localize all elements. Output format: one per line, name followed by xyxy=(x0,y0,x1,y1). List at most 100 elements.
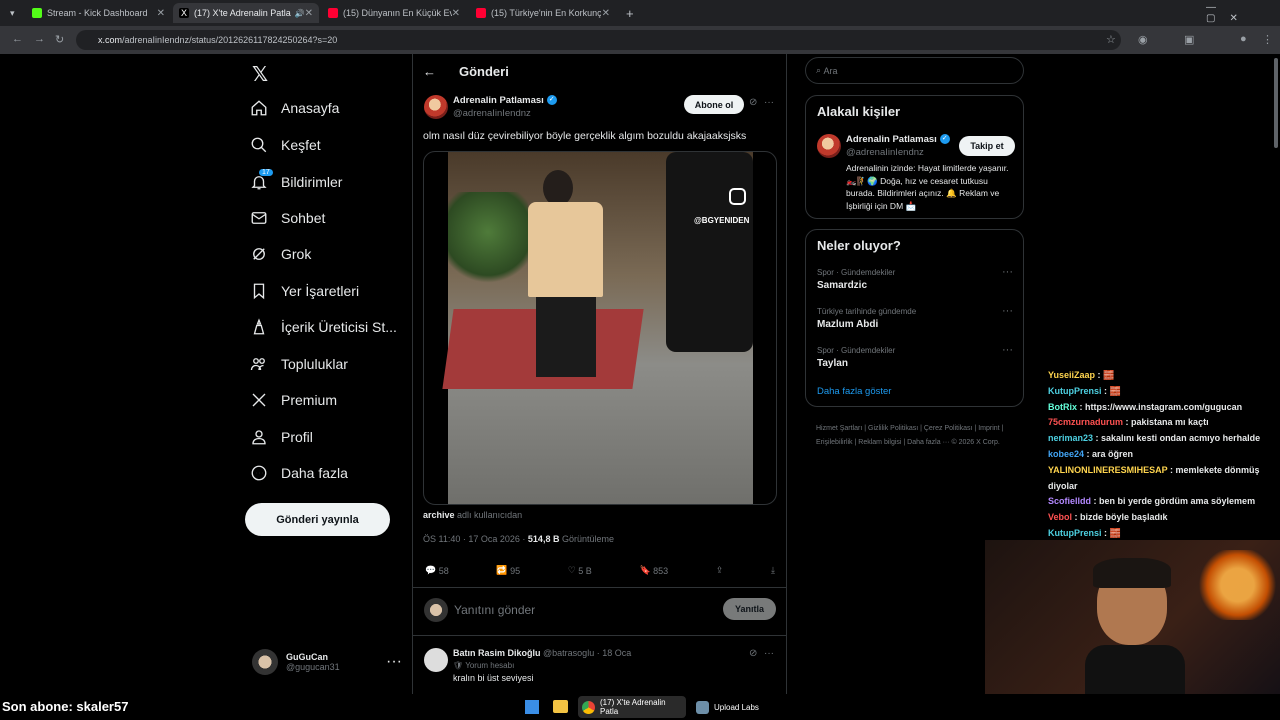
mail-icon xyxy=(251,212,267,224)
close-icon[interactable]: ✕ xyxy=(452,8,460,19)
chat-message: neriman23 : sakalını kesti ondan acmıyo … xyxy=(1048,433,1261,444)
grok-icon xyxy=(253,248,265,260)
trend-item[interactable]: Türkiye tarihinde gündemde Mazlum Abdi xyxy=(817,307,916,330)
sidebar-item-profile[interactable]: Profil xyxy=(250,428,313,446)
sidebar-item-grok[interactable]: Grok xyxy=(250,245,311,263)
post-meta: ÖS 11:40 · 17 Oca 2026 · 514,8 B Görüntü… xyxy=(423,534,614,544)
chat-message: KutupPrensi : 🧱 xyxy=(1048,385,1121,396)
browser-tab[interactable]: Stream - Kick Dashboard ✕ xyxy=(26,3,171,23)
menu-icon[interactable]: ⋮ xyxy=(1262,33,1273,46)
sidebar-item-explore[interactable]: Keşfet xyxy=(250,136,321,154)
back-arrow-icon[interactable]: ← xyxy=(423,64,436,79)
sidebar-item-premium[interactable]: Premium xyxy=(250,391,337,409)
streamer-hair-shape xyxy=(1093,558,1171,588)
chat-message: YuseiiZaap : 🧱 xyxy=(1048,370,1115,380)
x-logo-icon xyxy=(252,393,266,407)
reload-icon[interactable]: ↻ xyxy=(55,33,64,46)
x-icon: X xyxy=(179,8,189,18)
search-input[interactable]: ⌕ Ara xyxy=(805,57,1024,84)
sidebar-item-notifications[interactable]: 17 Bildirimler xyxy=(250,169,342,191)
bookmark-button[interactable]: 🔖 853 xyxy=(639,565,668,576)
reply-submit-button[interactable]: Yanıtla xyxy=(723,598,776,620)
tab-list-button[interactable]: ▾ xyxy=(4,3,22,23)
page-scrollbar[interactable] xyxy=(1272,54,1280,154)
post-column: ← Gönderi Adrenalin Patlaması ✓ @adrenaIi… xyxy=(412,54,787,694)
browser-tab[interactable]: (15) Dünyanın En Küçük Evleri✕ xyxy=(322,3,466,23)
reply-item[interactable]: Batın Rasim Dikoğlu @batrasoglu · 18 Oca… xyxy=(453,648,753,683)
more-icon[interactable]: ··· xyxy=(764,648,774,659)
sidebar-item-home[interactable]: Anasayfa xyxy=(250,99,339,117)
more-icon[interactable]: ··· xyxy=(1002,305,1013,317)
more-icon[interactable]: ··· xyxy=(386,653,402,671)
author-avatar[interactable] xyxy=(424,95,448,119)
avatar[interactable] xyxy=(817,134,841,158)
reply-input[interactable]: Yanıtını gönder xyxy=(454,603,535,617)
x-logo-icon[interactable]: 𝕏 xyxy=(252,62,268,87)
post-text: olm nasıl düz çevirebiliyor böyle gerçek… xyxy=(423,130,747,142)
forward-icon[interactable]: → xyxy=(34,33,45,45)
close-icon[interactable]: ✕ xyxy=(157,8,165,19)
person-shirt-shape xyxy=(528,202,603,297)
footer-links[interactable]: Hizmet Şartları | Gizlilik Politikası | … xyxy=(816,422,1016,450)
grok-icon[interactable]: ⊘ xyxy=(749,648,757,659)
show-more-link[interactable]: Daha fazla göster xyxy=(817,386,891,397)
sidebar-item-creator-studio[interactable]: İçerik Üreticisi St... xyxy=(250,318,397,336)
sidebar-item-messages[interactable]: Sohbet xyxy=(250,209,325,227)
extension-icon[interactable]: ◉ xyxy=(1138,33,1148,46)
browser-tab[interactable]: (15) Türkiye'nin En Korkunç Al ✕ xyxy=(470,3,616,23)
person-shorts-shape xyxy=(536,297,596,377)
plant-shape xyxy=(448,192,528,292)
profile-avatar-icon[interactable]: ● xyxy=(1240,33,1247,45)
back-icon[interactable]: ← xyxy=(12,33,23,45)
taskbar-app-chrome[interactable]: (17) X'te Adrenalin Patla xyxy=(578,696,686,718)
post-author[interactable]: Adrenalin Patlaması ✓ @adrenaIinIendnz xyxy=(453,95,557,119)
sidebar-item-more[interactable]: Daha fazla xyxy=(250,464,348,482)
browser-tab-active[interactable]: X (17) X'te Adrenalin Patlama🔊✕ xyxy=(173,3,319,23)
new-tab-button[interactable]: + xyxy=(620,3,638,23)
chat-message: Vebol : bizde böyle başladık xyxy=(1048,512,1168,523)
right-sidebar: ⌕ Ara Alakalı kişiler Adrenalin Patlamas… xyxy=(805,54,1025,474)
reply-avatar[interactable] xyxy=(424,648,448,672)
download-icon[interactable]: ⤓ xyxy=(771,565,775,576)
notification-badge: 17 xyxy=(259,169,273,176)
more-icon[interactable]: ··· xyxy=(1002,266,1013,278)
chat-message: Scofielldd : ben bi yerde gördüm ama söy… xyxy=(1048,496,1256,507)
follow-button[interactable]: Takip et xyxy=(959,136,1015,156)
post-actions: 💬 58 🔁 95 ♡ 5 B 🔖 853 ⇪ ⤓ xyxy=(425,565,775,576)
hex-lights-shape xyxy=(1195,550,1280,620)
related-user[interactable]: Adrenalin Patlaması ✓ @adrenaIinIendnz xyxy=(846,134,950,158)
sidebar-item-bookmarks[interactable]: Yer İşaretleri xyxy=(250,282,359,300)
post-button[interactable]: Gönderi yayınla xyxy=(245,503,390,536)
star-icon[interactable]: ☆ xyxy=(1106,33,1116,46)
taskbar-app-upload-labs[interactable]: Upload Labs xyxy=(692,696,762,718)
source-attribution[interactable]: archive adlı kullanıcıdan xyxy=(423,510,522,520)
like-button[interactable]: ♡ 5 B xyxy=(568,565,592,576)
trend-item[interactable]: Spor · Gündemdekiler Samardzic xyxy=(817,268,895,291)
grok-icon[interactable]: ⊘ xyxy=(749,97,757,108)
communities-icon xyxy=(250,358,265,371)
reply-button[interactable]: 💬 58 xyxy=(425,565,449,576)
video-watermark: @BGYENIDEN xyxy=(694,216,750,225)
more-icon[interactable]: ··· xyxy=(764,97,774,108)
file-explorer-icon[interactable] xyxy=(553,700,568,713)
sidebar-item-communities[interactable]: Topluluklar xyxy=(250,355,348,373)
trend-item[interactable]: Spor · Gündemdekiler Taylan xyxy=(817,346,895,369)
subscribe-button[interactable]: Abone ol xyxy=(684,95,744,114)
webcam-overlay xyxy=(985,540,1280,695)
divider xyxy=(413,635,786,636)
speaker-icon: 🔊 xyxy=(294,8,305,18)
close-icon[interactable]: ✕ xyxy=(602,8,610,19)
window-controls[interactable]: —▢✕ xyxy=(1200,2,1280,24)
video-frame: @BGYENIDEN xyxy=(442,152,753,504)
puzzle-icon[interactable]: ▣ xyxy=(1184,33,1194,46)
instagram-icon xyxy=(729,188,746,205)
post-video[interactable]: @BGYENIDEN xyxy=(423,151,777,505)
repost-button[interactable]: 🔁 95 xyxy=(496,565,520,576)
person-head-shape xyxy=(543,170,573,206)
windows-start-icon[interactable] xyxy=(525,700,539,714)
url-bar[interactable]: x.com/adrenaIinIendnz/status/20126261178… xyxy=(76,30,1121,50)
close-icon[interactable]: ✕ xyxy=(305,8,313,19)
account-switcher[interactable]: GuGuCan @gugucan31 ··· xyxy=(252,649,402,675)
share-icon[interactable]: ⇪ xyxy=(716,565,724,576)
more-icon[interactable]: ··· xyxy=(1002,344,1013,356)
